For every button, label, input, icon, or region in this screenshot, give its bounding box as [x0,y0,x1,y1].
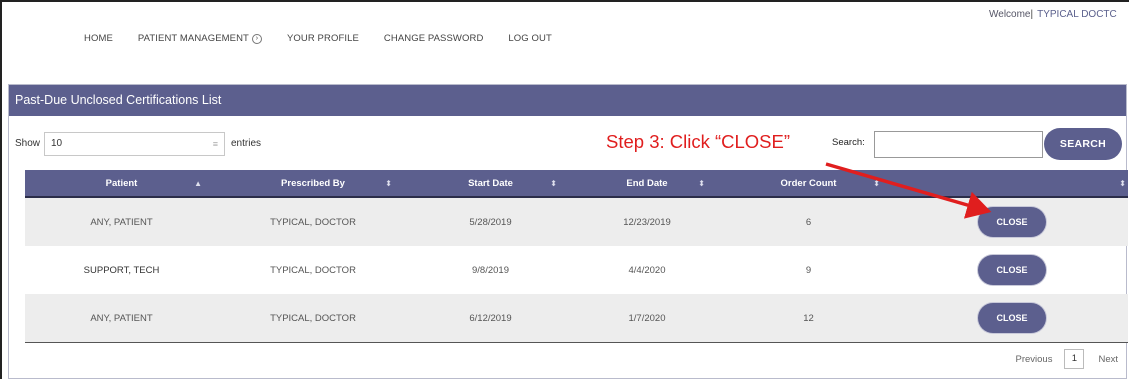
annotation-arrow [825,162,992,219]
